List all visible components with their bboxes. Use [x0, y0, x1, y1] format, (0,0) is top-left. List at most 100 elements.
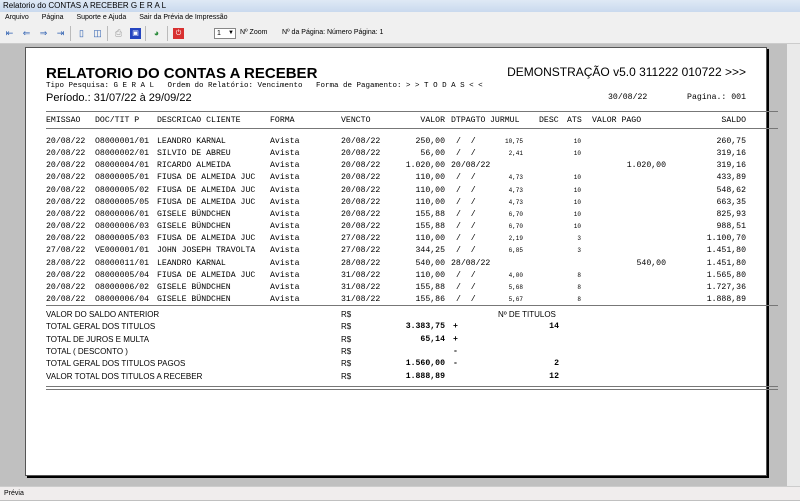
vertical-scrollbar[interactable] [787, 44, 800, 486]
cell-emissao: 27/08/22 [46, 246, 86, 256]
cell-doc: O8000002/01 [95, 149, 150, 159]
summary-sign: - [453, 359, 458, 369]
menu-sair[interactable]: Sair da Prévia de Impressão [139, 14, 227, 21]
summary-count: 12 [549, 371, 559, 381]
cell-forma: Avista [270, 137, 300, 146]
cell-emissao: 28/08/22 [46, 258, 86, 268]
menu-pagina[interactable]: Página [42, 14, 64, 21]
summary-currency: R$ [341, 371, 352, 381]
summary-count: 2 [554, 359, 559, 369]
summary-value: 3.383,75 [405, 322, 445, 332]
last-page-icon[interactable]: ⇥ [55, 28, 66, 39]
cell-ats: 10 [573, 198, 581, 206]
cell-valor: 110,00 [415, 173, 445, 183]
cell-jurmul: 5,68 [508, 283, 523, 291]
cell-cliente: FIUSA DE ALMEIDA JUC [157, 185, 256, 195]
cell-forma: Avista [270, 258, 300, 268]
cell-doc: O8000005/04 [95, 270, 150, 280]
menu-arquivo[interactable]: Arquivo [5, 14, 29, 21]
cell-forma: Avista [270, 185, 300, 195]
cell-saldo: 1.888,89 [706, 294, 746, 304]
menu-suporte[interactable]: Suporte e Ajuda [76, 14, 126, 21]
cell-cliente: FIUSA DE ALMEIDA JUC [157, 173, 256, 183]
cell-saldo: 1.451,80 [706, 258, 746, 268]
cell-ats: 10 [573, 174, 581, 182]
chevron-down-icon: ▼ [228, 30, 234, 36]
cell-jurmul: 2,41 [508, 150, 523, 158]
single-page-icon[interactable]: ▯ [76, 28, 87, 39]
cell-dtpagto: / / [456, 173, 476, 183]
summary-currency: R$ [341, 310, 352, 319]
summary-label: TOTAL GERAL DOS TITULOS PAGOS [46, 359, 186, 369]
cell-vencto: 20/08/22 [341, 197, 381, 207]
cell-ats: 3 [577, 247, 581, 255]
close-icon[interactable]: ⏻ [173, 28, 184, 39]
cell-emissao: 20/08/22 [46, 234, 86, 244]
cell-emissao: 20/08/22 [46, 209, 86, 219]
col-emissao: EMISSAO [46, 116, 81, 125]
summary-label: TOTAL ( DESCONTO ) [46, 346, 128, 356]
cell-emissao: 20/08/22 [46, 222, 86, 232]
cell-cliente: LEANDRO KARNAL [157, 137, 226, 146]
cell-cliente: JOHN JOSEPH TRAVOLTA [157, 246, 256, 256]
cell-vencto: 20/08/22 [341, 149, 381, 159]
cell-saldo: 319,16 [716, 161, 746, 171]
cell-jurmul: 6,70 [508, 223, 523, 231]
cell-dtpagto: / / [456, 270, 476, 280]
cell-doc: O8000006/03 [95, 222, 150, 232]
cell-valor: 110,00 [415, 197, 445, 207]
cell-doc: O8000005/01 [95, 173, 150, 183]
summary-sign: + [453, 334, 458, 344]
cell-emissao: 20/08/22 [46, 149, 86, 159]
summary-count-header: Nº DE TITULOS [498, 310, 556, 319]
cell-valor: 110,00 [415, 185, 445, 195]
col-dtpagto: DTPAGTO [451, 116, 486, 125]
print-icon[interactable]: ⎙ [113, 28, 124, 39]
cell-valor: 155,88 [415, 282, 445, 292]
cell-vencto: 31/08/22 [341, 270, 381, 280]
cell-dtpagto: / / [456, 209, 476, 219]
cell-emissao: 20/08/22 [46, 185, 86, 195]
cell-ats: 10 [573, 186, 581, 194]
cell-forma: Avista [270, 246, 300, 256]
cell-forma: Avista [270, 270, 300, 280]
cell-valor: 344,25 [415, 246, 445, 256]
cell-jurmul: 6,85 [508, 247, 523, 255]
cell-cliente: SILVIO DE ABREU [157, 149, 231, 159]
cell-ats: 10 [573, 150, 581, 158]
cell-cliente: FIUSA DE ALMEIDA JUC [157, 197, 256, 207]
cell-dtpagto: / / [456, 197, 476, 207]
cell-vencto: 20/08/22 [341, 222, 381, 232]
summary-label: VALOR TOTAL DOS TITULOS A RECEBER [46, 371, 203, 381]
cell-cliente: GISELE BÜNDCHEN [157, 294, 231, 304]
cell-cliente: FIUSA DE ALMEIDA JUC [157, 270, 256, 280]
export-icon[interactable]: ◕ [151, 28, 162, 39]
cell-cliente: GISELE BÜNDCHEN [157, 209, 231, 219]
cell-doc: O8000005/05 [95, 197, 150, 207]
prev-page-icon[interactable]: ⇐ [21, 28, 32, 39]
cell-doc: O8000006/02 [95, 282, 150, 292]
col-jurmul: JURMUL [490, 116, 520, 125]
cell-forma: Avista [270, 234, 300, 244]
cell-cliente: LEANDRO KARNAL [157, 258, 226, 268]
cell-valor: 1.020,00 [405, 161, 445, 171]
cell-vencto: 20/08/22 [341, 185, 381, 195]
summary-value: 1.560,00 [405, 359, 445, 369]
cell-ats: 10 [573, 210, 581, 218]
next-page-icon[interactable]: ⇒ [38, 28, 49, 39]
cell-emissao: 20/08/22 [46, 173, 86, 183]
cell-doc: O8000004/01 [95, 161, 150, 171]
zoom-select[interactable]: 1 ▼ [214, 28, 236, 39]
cell-dtpagto: 28/08/22 [451, 258, 491, 268]
first-page-icon[interactable]: ⇤ [4, 28, 15, 39]
two-pages-icon[interactable]: ◫ [92, 28, 103, 39]
cell-valor: 110,00 [415, 234, 445, 244]
cell-dtpagto: / / [456, 234, 476, 244]
cell-saldo: 548,62 [716, 185, 746, 195]
cell-dtpagto: 20/08/22 [451, 161, 491, 171]
cell-saldo: 663,35 [716, 197, 746, 207]
cell-vencto: 20/08/22 [341, 161, 381, 171]
cell-valor: 250,00 [415, 137, 445, 146]
cell-ats: 8 [577, 271, 581, 279]
save-icon[interactable]: ▣ [130, 28, 141, 39]
